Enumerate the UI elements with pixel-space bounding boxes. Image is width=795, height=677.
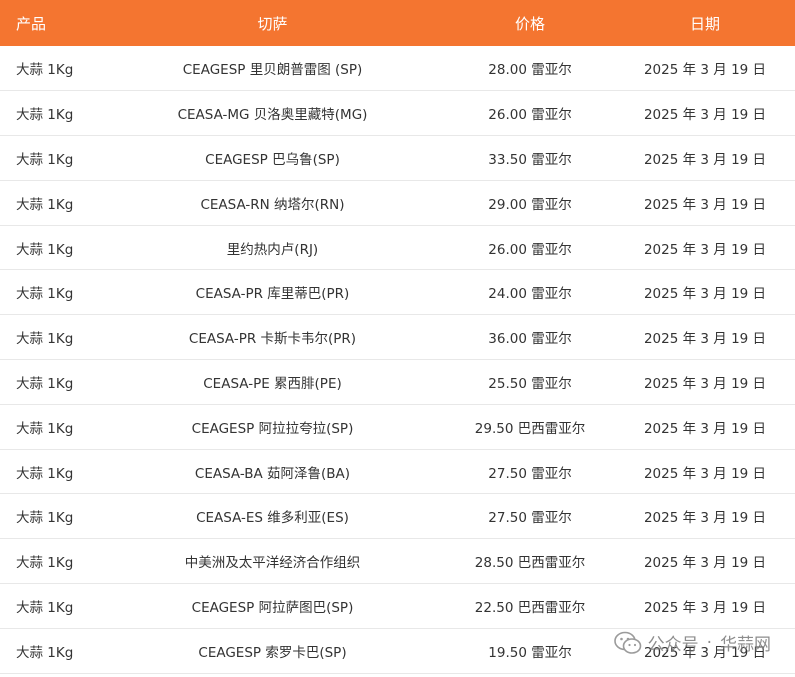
cell-market: CEASA-ES 维多利亚(ES) [196,510,349,527]
cell-price: 19.50 雷亚尔 [488,644,572,661]
cell-price: 28.00 雷亚尔 [488,62,572,79]
cell-price: 27.50 雷亚尔 [488,510,572,527]
table-row[interactable]: 大蒜 1Kg CEASA-PR 库里蒂巴(PR) 24.00 雷亚尔 2025 年 3… [0,270,795,315]
cell-date: 2025 年 3 月 19 日 [643,286,767,303]
cell-market: 里约热内卢(RJ) [226,241,319,258]
cell-date: 2025 年 3 月 19 日 [643,107,767,124]
cell-product: 大蒜 1Kg [16,286,74,303]
cell-price: 27.50 雷亚尔 [488,465,572,482]
watermark: 公众号 · 华蒜网 [613,630,771,655]
cell-product: 大蒜 1Kg [16,465,74,482]
cell-market: 中美洲及太平洋经济合作组织 [184,555,361,572]
cell-date: 2025 年 3 月 19 日 [643,555,767,572]
cell-market: CEAGESP 阿拉拉夸拉(SP) [191,420,354,437]
cell-product: 大蒜 1Kg [16,331,74,348]
cell-product: 大蒜 1Kg [16,375,74,392]
cell-market: CEASA-PR 库里蒂巴(PR) [195,286,350,303]
cell-product: 大蒜 1Kg [16,62,74,79]
cell-price: 25.50 雷亚尔 [488,375,572,392]
cell-product: 大蒜 1Kg [16,420,74,437]
column-header-date[interactable]: 日期 [615,0,795,46]
table-row[interactable]: 大蒜 1Kg 里约热内卢(RJ) 26.00 雷亚尔 2025 年 3 月 19 日 [0,225,795,270]
cell-product: 大蒜 1Kg [16,644,74,661]
table-row[interactable]: 大蒜 1Kg CEAGESP 阿拉拉夸拉(SP) 29.50 巴西雷亚尔 2025 年… [0,404,795,450]
watermark-name: 华蒜网 [720,635,771,655]
cell-price: 24.00 雷亚尔 [488,286,572,303]
table-row[interactable]: 大蒜 1Kg CEAGESP 巴乌鲁(SP) 33.50 雷亚尔 2025 年 3 月… [0,136,795,181]
table-body: 大蒜 1Kg CEAGESP 里贝朗普雷图 (SP) 28.00 雷亚尔 2025 年… [0,46,795,674]
cell-price: 36.00 雷亚尔 [488,331,572,348]
column-header-market[interactable]: 切萨 [100,0,445,46]
table-row[interactable]: 大蒜 1Kg CEAGESP 阿拉萨图巴(SP) 22.50 巴西雷亚尔 2025 年… [0,584,795,629]
cell-date: 2025 年 3 月 19 日 [643,241,767,258]
cell-market: CEASA-PE 累西腓(PE) [203,375,342,392]
table-row[interactable]: 大蒜 1Kg CEASA-PE 累西腓(PE) 25.50 雷亚尔 2025 年 3 … [0,360,795,405]
table-row[interactable]: 大蒜 1Kg CEASA-ES 维多利亚(ES) 27.50 雷亚尔 2025 年 3… [0,494,795,539]
cell-date: 2025 年 3 月 19 日 [643,599,767,616]
cell-date: 2025 年 3 月 19 日 [643,465,767,482]
table-row[interactable]: 大蒜 1Kg CEASA-RN 纳塔尔(RN) 29.00 雷亚尔 2025 年 3 … [0,180,795,226]
cell-date: 2025 年 3 月 19 日 [643,151,767,168]
watermark-separator: · [706,632,712,653]
cell-market: CEAGESP 索罗卡巴(SP) [198,644,347,661]
cell-product: 大蒜 1Kg [16,107,74,124]
table-row[interactable]: 大蒜 1Kg CEASA-BA 茹阿泽鲁(BA) 27.50 雷亚尔 2025 年 3… [0,449,795,494]
cell-price: 26.00 雷亚尔 [488,107,572,124]
cell-price: 26.00 雷亚尔 [488,241,572,258]
garlic-price-table: 产品 切萨 价格 日期 大蒜 1Kg CEAGESP 里贝朗普雷图 (SP) 28.… [0,0,795,674]
table-header-row: 产品 切萨 价格 日期 [0,0,795,46]
cell-product: 大蒜 1Kg [16,555,74,572]
watermark-prefix: 公众号 [647,635,699,655]
column-header-price[interactable]: 价格 [445,0,615,46]
cell-price: 28.50 巴西雷亚尔 [474,555,586,572]
table-row[interactable]: 大蒜 1Kg CEAGESP 里贝朗普雷图 (SP) 28.00 雷亚尔 2025 年… [0,46,795,91]
cell-market: CEASA-RN 纳塔尔(RN) [200,196,345,213]
cell-price: 33.50 雷亚尔 [488,151,572,168]
cell-date: 2025 年 3 月 19 日 [643,420,767,437]
cell-product: 大蒜 1Kg [16,599,74,616]
cell-market: CEAGESP 里贝朗普雷图 (SP) [182,62,363,79]
cell-product: 大蒜 1Kg [16,241,74,258]
cell-market: CEASA-PR 卡斯卡韦尔(PR) [188,331,357,348]
cell-product: 大蒜 1Kg [16,151,74,168]
cell-date: 2025 年 3 月 19 日 [643,331,767,348]
cell-price: 29.00 雷亚尔 [488,196,572,213]
column-header-product[interactable]: 产品 [0,0,100,46]
wechat-icon [613,631,642,655]
table-row[interactable]: 大蒜 1Kg CEASA-PR 卡斯卡韦尔(PR) 36.00 雷亚尔 2025 年 … [0,315,795,360]
cell-market: CEASA-MG 贝洛奥里藏特(MG) [177,107,368,124]
cell-market: CEAGESP 阿拉萨图巴(SP) [191,599,354,616]
table-row[interactable]: 大蒜 1Kg 中美洲及太平洋经济合作组织 28.50 巴西雷亚尔 2025 年 3 月… [0,539,795,584]
table-header: 产品 切萨 价格 日期 [0,0,795,46]
cell-product: 大蒜 1Kg [16,510,74,527]
cell-market: CEAGESP 巴乌鲁(SP) [205,151,340,168]
cell-price: 22.50 巴西雷亚尔 [474,599,586,616]
cell-product: 大蒜 1Kg [16,196,74,213]
cell-date: 2025 年 3 月 19 日 [643,375,767,392]
cell-date: 2025 年 3 月 19 日 [643,62,767,79]
cell-date: 2025 年 3 月 19 日 [643,510,767,527]
table-row[interactable]: 大蒜 1Kg CEASA-MG 贝洛奥里藏特(MG) 26.00 雷亚尔 2025 年… [0,91,795,136]
cell-price: 29.50 巴西雷亚尔 [474,420,586,437]
cell-market: CEASA-BA 茹阿泽鲁(BA) [194,465,351,482]
cell-date: 2025 年 3 月 19 日 [643,196,767,213]
